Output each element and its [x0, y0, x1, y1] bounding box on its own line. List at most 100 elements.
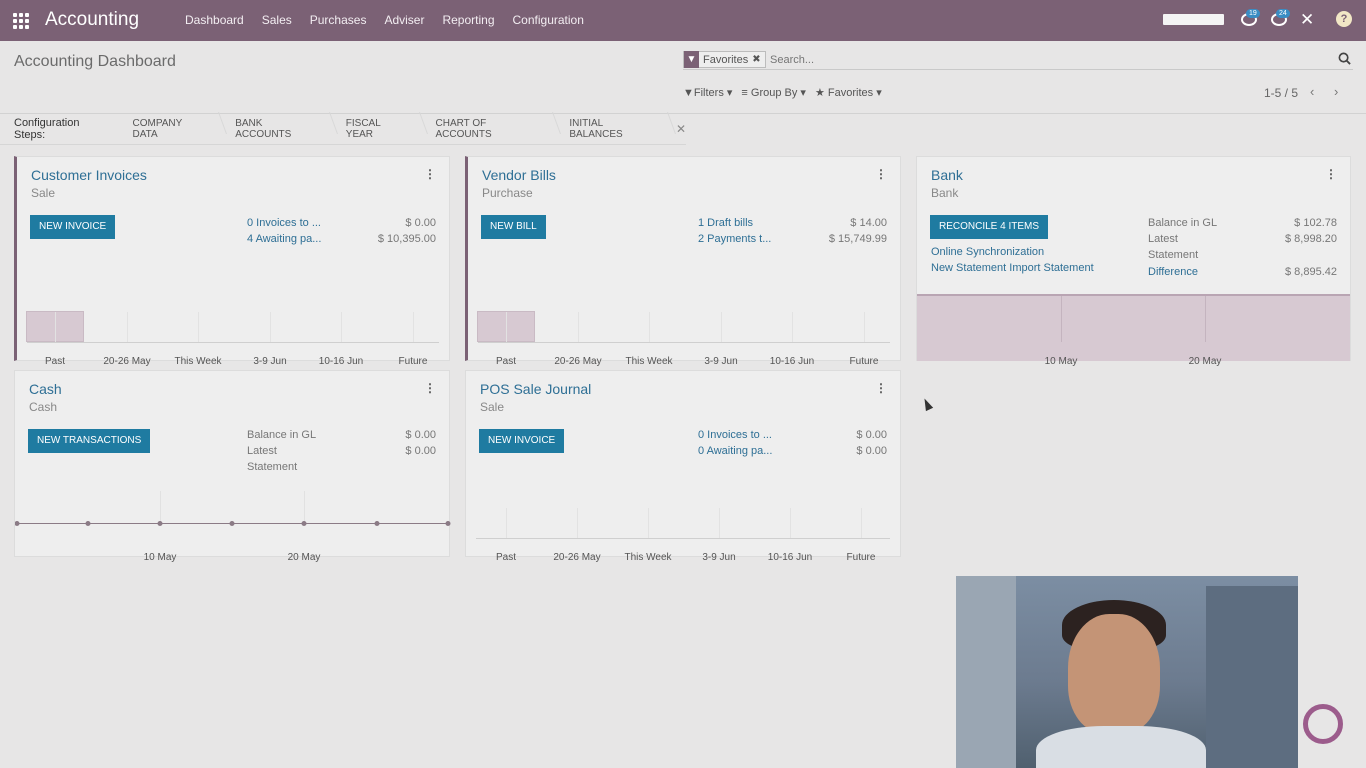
x-label: 20 May	[287, 552, 321, 563]
step-company-data[interactable]: COMPANY DATA	[121, 118, 224, 140]
search-facet[interactable]: ▼ Favorites ✖	[683, 51, 766, 68]
latest-label: Latest	[247, 445, 277, 457]
x-label: 10 May	[1044, 356, 1078, 367]
x-label: 10-16 Jun	[318, 356, 364, 367]
page-title: Accounting Dashboard	[14, 53, 176, 70]
control-panel: Accounting Dashboard ▼ Favorites ✖ ▼Filt…	[0, 41, 1366, 114]
grid-line	[792, 312, 793, 342]
card-subtitle: Cash	[29, 400, 58, 414]
online-sync-link[interactable]: Online Synchronization	[931, 246, 1044, 258]
chevron-left-icon[interactable]: ‹	[1310, 84, 1314, 99]
x-label: 3-9 Jun	[704, 356, 738, 367]
grid-line	[270, 312, 271, 342]
x-label: 10-16 Jun	[767, 552, 813, 563]
x-label: This Week	[174, 356, 222, 367]
record-ring-icon[interactable]	[1303, 704, 1343, 744]
invoices-to-validate-link[interactable]: 0 Invoices to ...	[247, 217, 321, 229]
card-title[interactable]: Bank	[931, 167, 963, 183]
card-title[interactable]: Cash	[29, 381, 62, 397]
filters-dropdown[interactable]: ▼Filters ▾	[683, 86, 732, 99]
steps-label: Configuration Steps:	[14, 117, 80, 141]
facet-label: Favorites	[703, 53, 749, 66]
menu-item-dashboard[interactable]: Dashboard	[185, 13, 244, 27]
chart-baseline	[476, 538, 890, 539]
card-title[interactable]: POS Sale Journal	[480, 381, 591, 397]
menu-item-purchases[interactable]: Purchases	[310, 13, 367, 27]
app-name: Accounting	[45, 9, 140, 30]
kebab-menu-icon[interactable]: ⋮	[875, 381, 887, 395]
close-steps-icon[interactable]: ✕	[676, 122, 686, 136]
search-input[interactable]	[770, 52, 1310, 68]
grid-line	[506, 508, 507, 538]
latest-statement-value: $ 0.00	[405, 445, 436, 457]
kebab-menu-icon[interactable]: ⋮	[424, 167, 436, 181]
close-icon[interactable]: ✕	[1300, 10, 1314, 30]
grid-line	[648, 508, 649, 538]
awaiting-payment-link[interactable]: 0 Awaiting pa...	[698, 445, 772, 457]
card-title[interactable]: Vendor Bills	[482, 167, 556, 183]
new-invoice-button[interactable]: NEW INVOICE	[479, 429, 565, 453]
draft-bills-link[interactable]: 1 Draft bills	[698, 217, 753, 229]
funnel-icon: ▼	[683, 87, 694, 99]
difference-link[interactable]: Difference	[1148, 266, 1198, 278]
balance-gl-value: $ 102.78	[1294, 217, 1337, 229]
chevron-right-icon[interactable]: ›	[1334, 84, 1338, 99]
favorites-dropdown[interactable]: ★ Favorites ▾	[815, 86, 882, 99]
step-initial-balances[interactable]: INITIAL BALANCES	[557, 118, 672, 140]
menu-item-adviser[interactable]: Adviser	[384, 13, 424, 27]
grid-line	[649, 312, 650, 342]
kebab-menu-icon[interactable]: ⋮	[424, 381, 436, 395]
balance-gl-value: $ 0.00	[405, 429, 436, 441]
x-label: Future	[849, 356, 879, 367]
cash-line-points[interactable]	[15, 519, 451, 528]
payments-to-do-link[interactable]: 2 Payments t...	[698, 233, 771, 245]
step-fiscal-year[interactable]: FISCAL YEAR	[334, 118, 424, 140]
configuration-steps: Configuration Steps: COMPANY DATA BANK A…	[0, 114, 686, 145]
x-label: Past	[44, 356, 66, 367]
bank-line	[917, 294, 1350, 296]
apps-menu-icon[interactable]	[13, 13, 30, 29]
filter-icon: ▼	[684, 51, 699, 68]
menu-item-configuration[interactable]: Configuration	[513, 13, 584, 27]
favorites-label: Favorites	[827, 87, 874, 99]
kebab-menu-icon[interactable]: ⋮	[1325, 167, 1337, 181]
x-label: This Week	[624, 552, 672, 563]
grid-line	[790, 508, 791, 538]
help-icon[interactable]: ?	[1336, 11, 1352, 27]
chart-baseline	[478, 342, 890, 343]
new-bill-button[interactable]: NEW BILL	[481, 215, 546, 239]
x-label: 10 May	[143, 552, 177, 563]
grid-line	[413, 312, 414, 342]
new-transactions-button[interactable]: NEW TRANSACTIONS	[28, 429, 151, 453]
card-title[interactable]: Customer Invoices	[31, 167, 147, 183]
import-statement-link[interactable]: New Statement Import Statement	[931, 262, 1094, 274]
new-invoice-button[interactable]: NEW INVOICE	[30, 215, 116, 239]
card-pos-sale-journal: POS Sale Journal Sale ⋮ NEW INVOICE 0 In…	[465, 370, 901, 563]
x-label: 3-9 Jun	[702, 552, 736, 563]
menu-item-reporting[interactable]: Reporting	[442, 13, 494, 27]
payments-to-do-value: $ 15,749.99	[828, 233, 887, 245]
card-subtitle: Bank	[931, 186, 959, 200]
grid-line	[341, 312, 342, 342]
grid-line	[721, 312, 722, 342]
awaiting-payment-link[interactable]: 4 Awaiting pa...	[247, 233, 321, 245]
card-subtitle: Sale	[480, 400, 505, 414]
groupby-dropdown[interactable]: ≡ Group By ▾	[741, 86, 806, 99]
step-chart-of-accounts[interactable]: CHART OF ACCOUNTS	[424, 118, 558, 140]
search-icon[interactable]	[1338, 52, 1351, 65]
x-label: 10-16 Jun	[769, 356, 815, 367]
kebab-menu-icon[interactable]: ⋮	[875, 167, 887, 181]
facet-remove-icon[interactable]: ✖	[752, 54, 764, 65]
card-cash: Cash Cash ⋮ NEW TRANSACTIONS Balance in …	[14, 370, 451, 563]
reconcile-button[interactable]: RECONCILE 4 ITEMS	[930, 215, 1049, 239]
grid-line	[506, 312, 507, 342]
grid-line	[861, 508, 862, 538]
x-label: Future	[398, 356, 428, 367]
bank-line-chart-area[interactable]	[917, 295, 1350, 361]
menu-item-sales[interactable]: Sales	[262, 13, 292, 27]
grid-line	[198, 312, 199, 342]
invoices-to-validate-link[interactable]: 0 Invoices to ...	[698, 429, 772, 441]
latest-label: Latest	[1148, 233, 1178, 245]
user-menu[interactable]	[1163, 14, 1224, 25]
step-bank-accounts[interactable]: BANK ACCOUNTS	[223, 118, 334, 140]
